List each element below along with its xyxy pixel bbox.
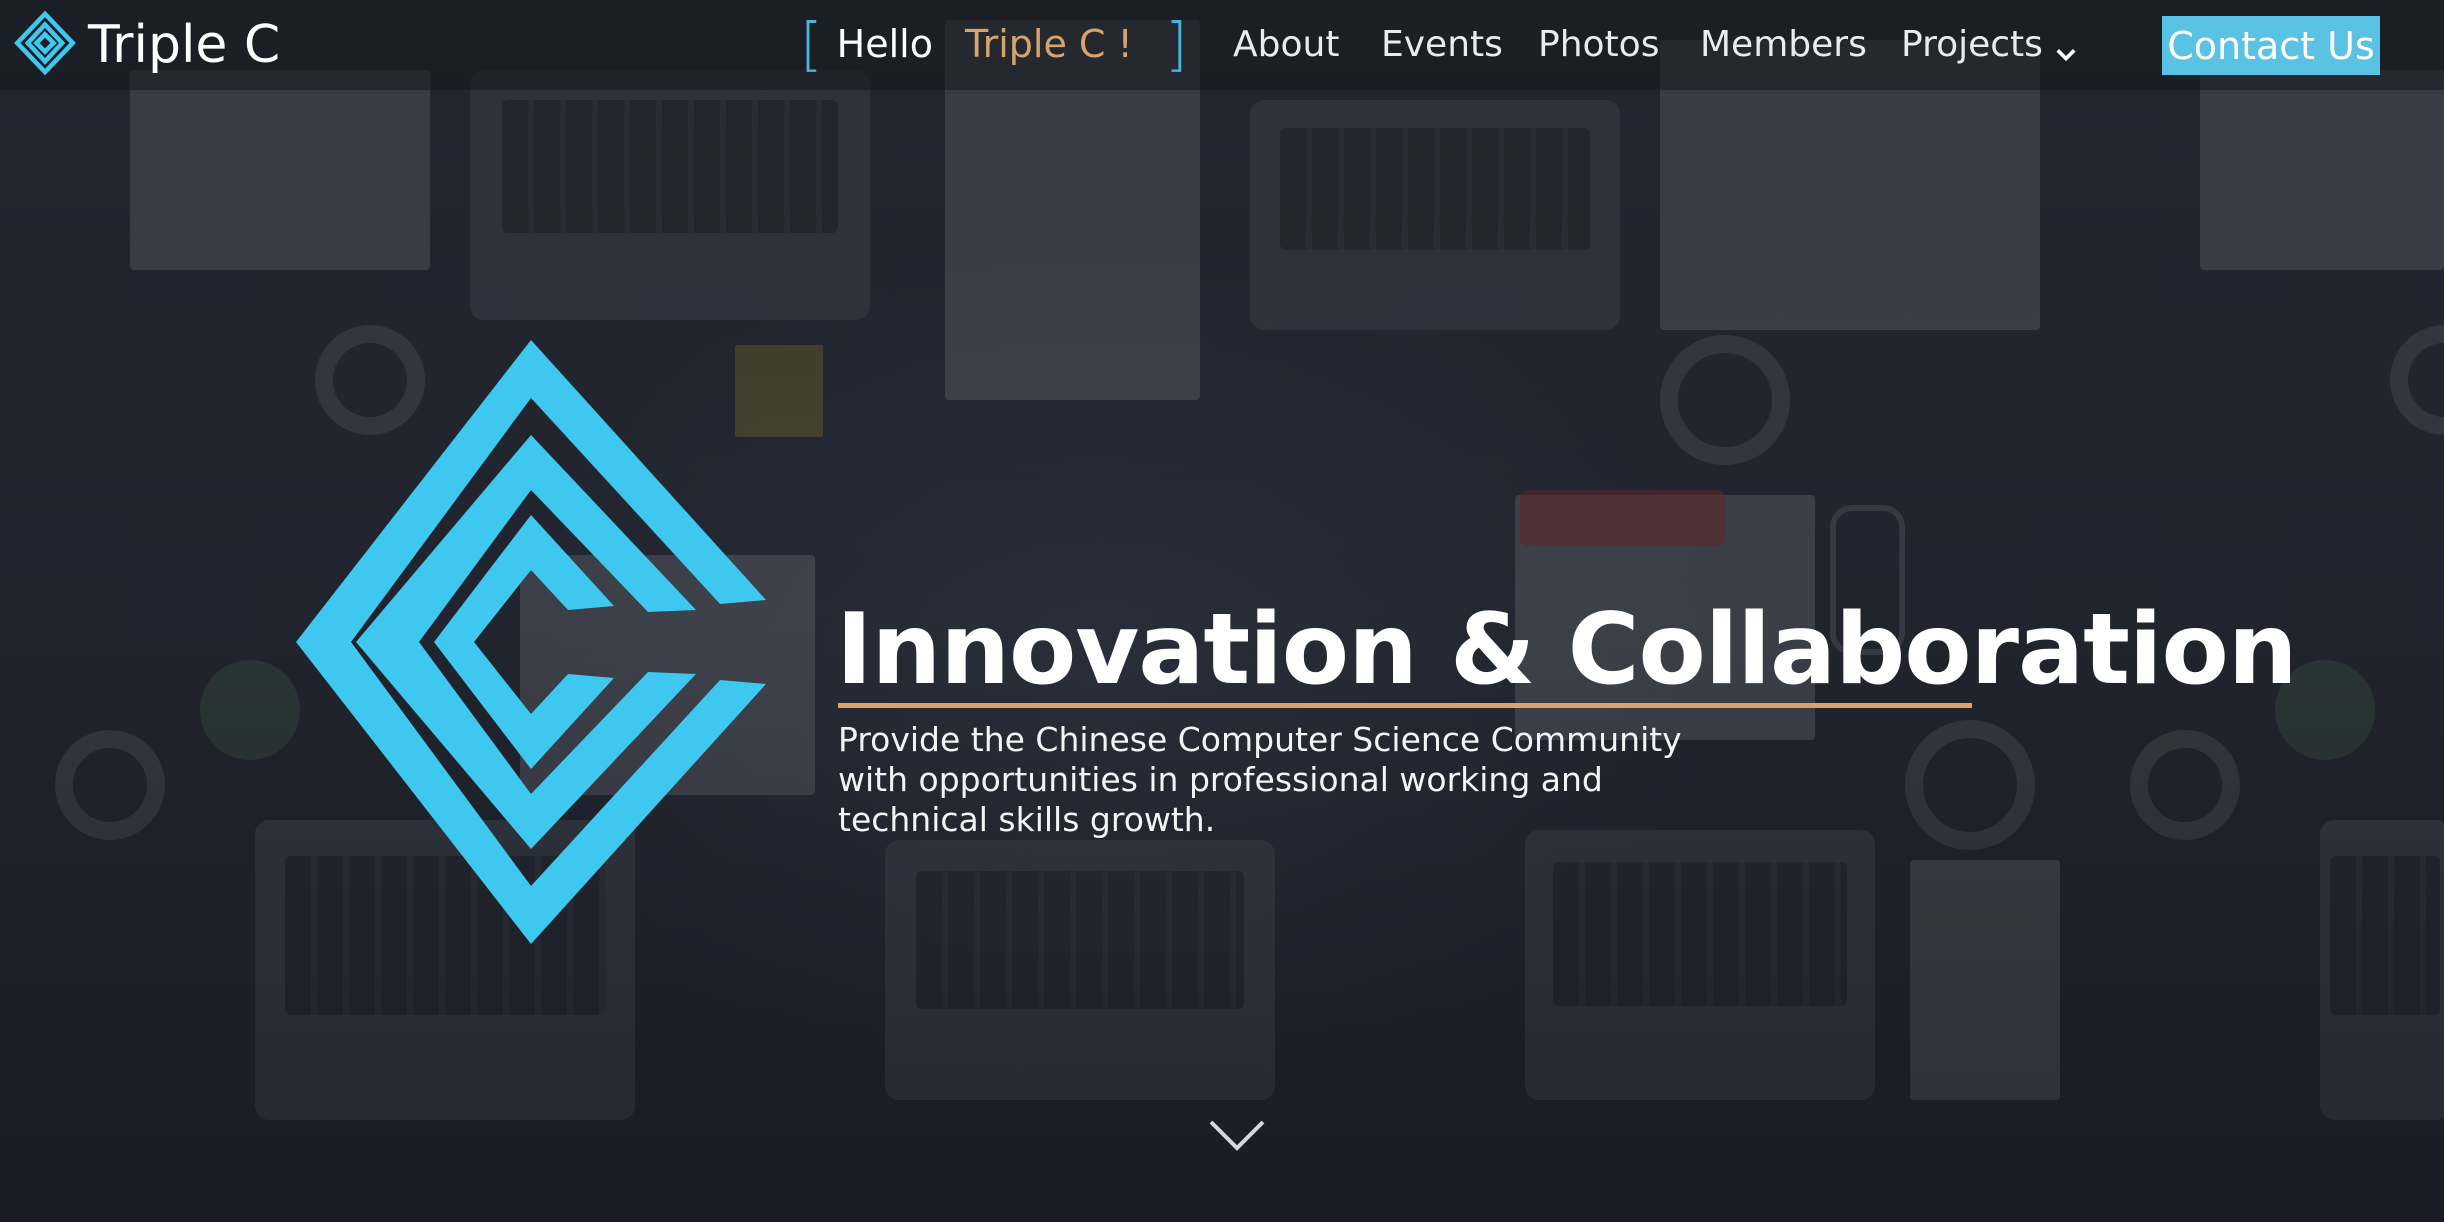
hero-description-line: with opportunities in professional worki… <box>838 760 1603 799</box>
nav-item-about[interactable]: About <box>1233 14 1339 74</box>
title-underline <box>838 703 1972 708</box>
hero-title: Innovation & Collaboration <box>836 593 2298 707</box>
scroll-down-chevron-icon[interactable] <box>1207 1118 1267 1154</box>
nav-item-events[interactable]: Events <box>1381 14 1503 74</box>
top-navbar: Triple C [ Hello Triple C ! ] About Even… <box>0 0 2444 90</box>
nav-item-projects-label: Projects <box>1901 23 2043 65</box>
hero-description: Provide the Chinese Computer Science Com… <box>838 720 1698 840</box>
triple-c-hero-logo-icon <box>296 340 766 944</box>
nav-menu: About Events Photos Members Projects <box>0 14 2444 74</box>
hero-description-line: technical skills growth. <box>838 800 1216 839</box>
hero-description-line: Provide the Chinese Computer Science Com… <box>838 720 1682 759</box>
chevron-down-icon <box>2055 33 2077 62</box>
contact-us-button[interactable]: Contact Us <box>2162 16 2380 75</box>
nav-item-members[interactable]: Members <box>1700 14 1867 74</box>
nav-item-projects[interactable]: Projects <box>1901 14 2077 74</box>
nav-item-photos[interactable]: Photos <box>1538 14 1659 74</box>
